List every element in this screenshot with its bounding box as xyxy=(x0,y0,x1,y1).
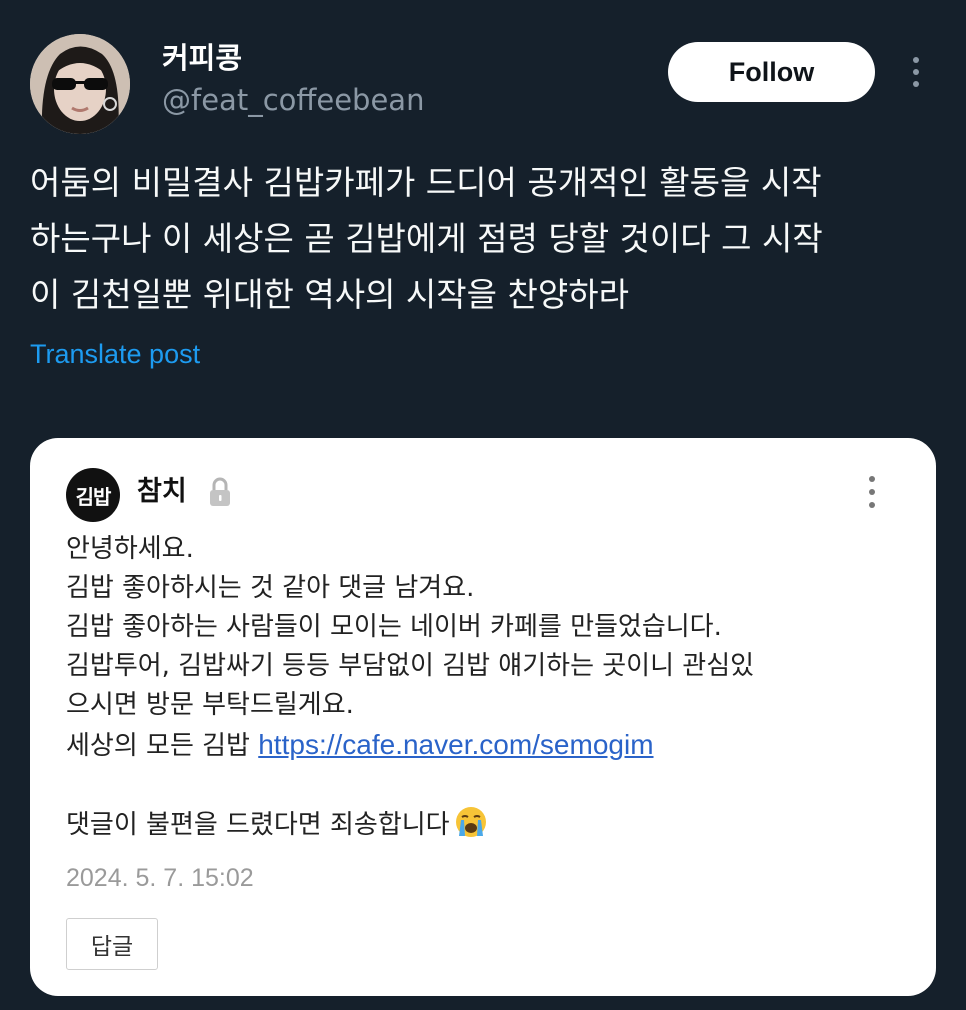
follow-button[interactable]: Follow xyxy=(668,42,875,102)
loudly-crying-face-icon xyxy=(455,807,486,837)
comment-more-icon[interactable] xyxy=(860,472,884,512)
comment-date: 2024. 5. 7. 15:02 xyxy=(66,864,254,892)
kimbap-badge-avatar: 김밥 xyxy=(66,468,120,522)
comment-body: 안녕하세요. 김밥 좋아하시는 것 같아 댓글 남겨요. 김밥 좋아하는 사람들… xyxy=(66,530,916,845)
dot xyxy=(913,69,919,75)
tweet-text-line: 어둠의 비밀결사 김밥카페가 드디어 공개적인 활동을 시작 xyxy=(30,163,822,202)
comment-line: 김밥 좋아하시는 것 같아 댓글 남겨요. xyxy=(66,573,475,603)
dot xyxy=(913,81,919,87)
display-name[interactable]: 커피콩 xyxy=(162,40,242,76)
tweet-text: 어둠의 비밀결사 김밥카페가 드디어 공개적인 활동을 시작 하는구나 이 세상… xyxy=(30,155,950,323)
tweet-text-line: 하는구나 이 세상은 곧 김밥에게 점령 당할 것이다 그 시작 xyxy=(30,219,823,258)
avatar[interactable] xyxy=(30,34,130,134)
reply-button[interactable]: 답글 xyxy=(66,918,158,970)
user-handle[interactable]: @feat_coffeebean xyxy=(162,82,424,118)
comment-screenshot-card: 김밥 참치 안녕하세요. 김밥 좋아하시는 것 같아 댓글 남겨요. 김밥 좋아… xyxy=(30,438,936,996)
dot xyxy=(869,502,875,508)
lock-icon xyxy=(210,477,230,506)
link-prefix: 세상의 모든 김밥 xyxy=(66,731,259,761)
comment-closing-line: 댓글이 불편을 드렸다면 죄송합니다 xyxy=(66,805,916,845)
comment-author: 참치 xyxy=(137,476,187,507)
comment-line: 안녕하세요. xyxy=(66,534,194,564)
dot xyxy=(869,489,875,495)
closing-text: 댓글이 불편을 드렸다면 죄송합니다 xyxy=(66,810,450,840)
comment-line: 으시면 방문 부탁드릴게요. xyxy=(66,690,354,720)
comment-line: 김밥 좋아하는 사람들이 모이는 네이버 카페를 만들었습니다. xyxy=(66,612,722,642)
comment-line: 김밥투어, 김밥싸기 등등 부담없이 김밥 얘기하는 곳이니 관심있 xyxy=(66,651,755,681)
dot xyxy=(869,476,875,482)
translate-post-link[interactable]: Translate post xyxy=(30,334,200,374)
cafe-link[interactable]: https://cafe.naver.com/semogim xyxy=(258,729,653,760)
dot xyxy=(913,57,919,63)
comment-link-line: 세상의 모든 김밥 https://cafe.naver.com/semogim xyxy=(66,725,916,766)
avatar-photo-icon xyxy=(30,34,130,134)
tweet-text-line: 이 김천일뿐 위대한 역사의 시작을 찬양하라 xyxy=(30,275,629,314)
more-options-icon[interactable] xyxy=(898,52,934,92)
